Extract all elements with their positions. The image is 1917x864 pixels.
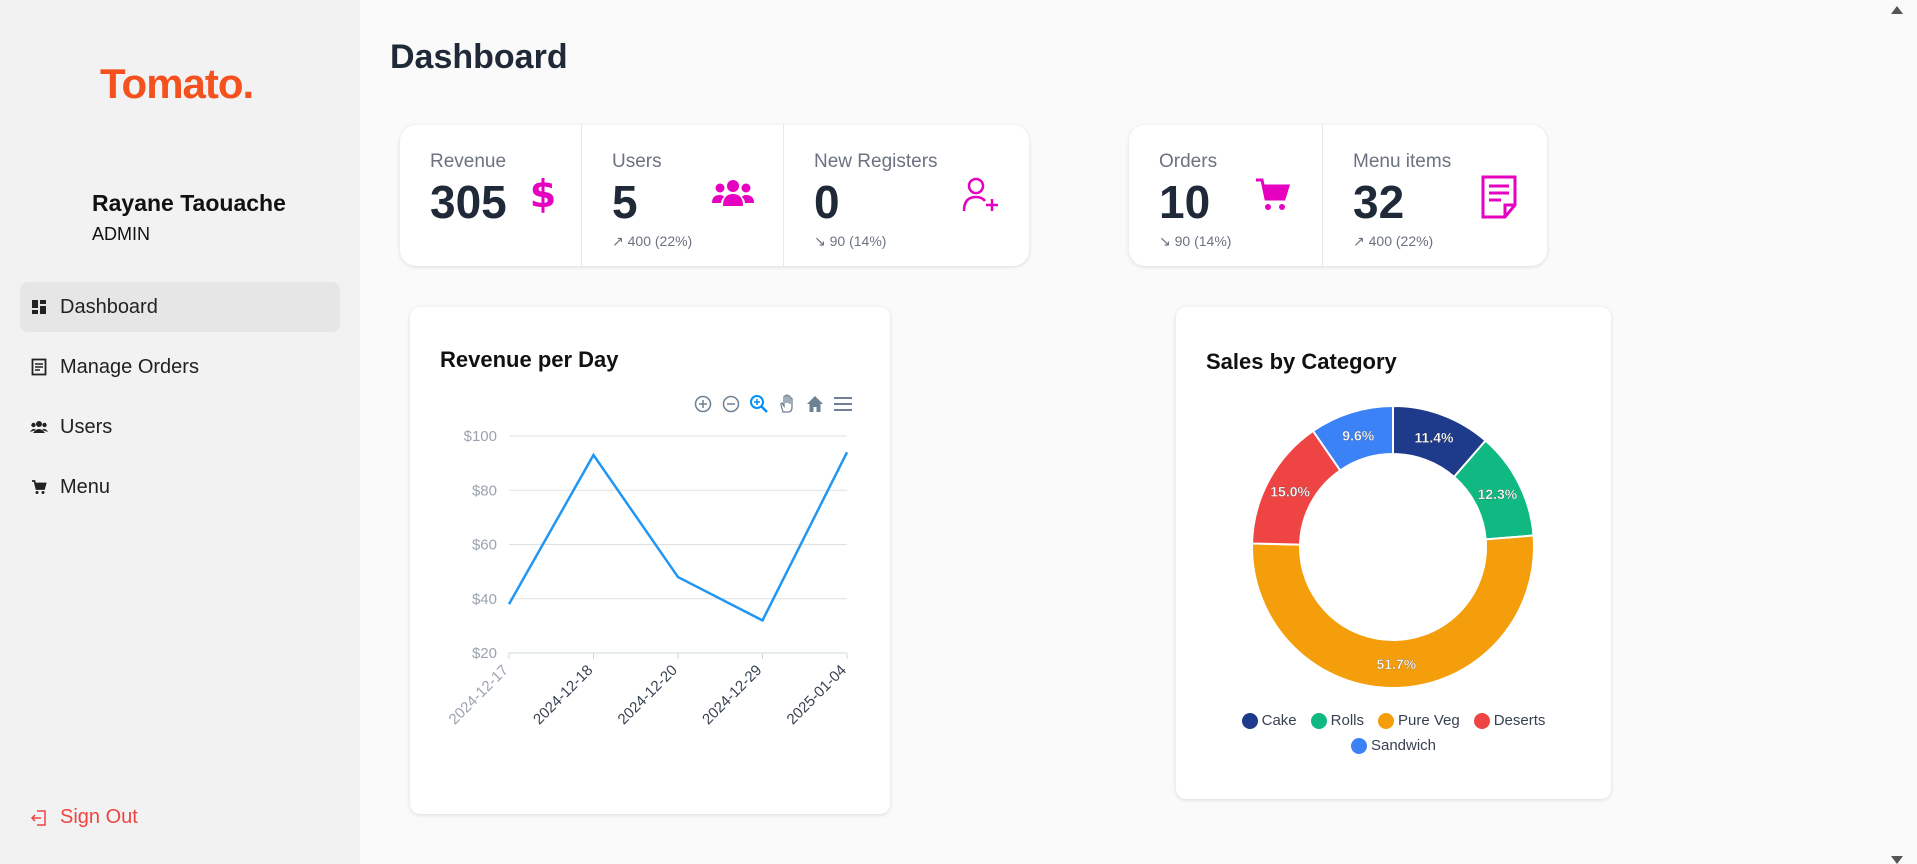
- stat-new-registers: New Registers 0 ↘ 90 (14%): [784, 125, 1029, 266]
- stat-users: Users 5 ↗ 400 (22%): [582, 125, 784, 266]
- legend-marker: [1377, 712, 1394, 729]
- dollar-icon: $: [530, 172, 556, 220]
- sign-out-icon: [30, 809, 48, 827]
- legend-marker: [1350, 737, 1367, 754]
- x-tick-label: 2024-12-17: [446, 662, 512, 728]
- sidebar-item-users[interactable]: Users: [20, 402, 340, 452]
- stat-orders: Orders 10 ↘ 90 (14%): [1129, 125, 1323, 266]
- y-tick-label: $40: [472, 591, 497, 608]
- slice-data-label: 11.4%: [1415, 429, 1454, 445]
- legend-item-pure-veg[interactable]: Pure Veg: [1377, 712, 1460, 729]
- chart-legend: Cake Rolls Pure Veg Deserts Sandwich: [1176, 712, 1611, 762]
- y-tick-label: $100: [464, 428, 497, 445]
- x-tick-label: 2024-12-29: [699, 662, 765, 728]
- cart-icon: [1255, 177, 1291, 218]
- stat-label: Menu items: [1353, 151, 1452, 172]
- slice-data-label: 15.0%: [1270, 483, 1310, 499]
- user-name: Rayane Taouache: [92, 190, 286, 216]
- slice-data-label: 12.3%: [1478, 486, 1518, 502]
- revenue-line-chart: $100 $80 $60 $40 $202024-12-17 2024-12-18 2024…: [446, 428, 850, 728]
- cart-icon: [30, 478, 48, 496]
- stat-label: Revenue: [430, 151, 507, 172]
- legend-label: Deserts: [1493, 712, 1546, 729]
- stat-revenue: Revenue 305 $: [400, 125, 582, 266]
- y-tick-label: $80: [472, 482, 497, 499]
- stat-label: Orders: [1159, 151, 1218, 172]
- legend-marker: [1473, 712, 1490, 729]
- stats-group-secondary: Orders 10 ↘ 90 (14%) Menu items 32 ↗ 400…: [1129, 125, 1547, 266]
- scroll-up-arrow[interactable]: [1891, 6, 1903, 14]
- sidebar-item-dashboard[interactable]: Dashboard: [20, 282, 340, 332]
- legend-marker: [1310, 712, 1327, 729]
- sign-out-label: Sign Out: [60, 806, 138, 828]
- stat-label: Users: [612, 151, 662, 172]
- y-tick-label: $20: [472, 645, 497, 662]
- legend-item-cake[interactable]: Cake: [1241, 712, 1297, 729]
- revenue-series-line[interactable]: [507, 451, 849, 623]
- sidebar: Tomato. Rayane Taouache ADMIN Dashboard …: [0, 0, 360, 864]
- legend-item-rolls[interactable]: Rolls: [1310, 712, 1364, 729]
- sidebar-item-label: Manage Orders: [60, 355, 199, 378]
- slice-data-label: 51.7%: [1376, 656, 1416, 672]
- sales-category-card: Sales by Category 11.4% 12.3% 51.7% 15.0% 9.…: [1176, 307, 1611, 799]
- sidebar-item-manage-orders[interactable]: Manage Orders: [20, 342, 340, 392]
- sign-out-button[interactable]: Sign Out: [30, 806, 138, 829]
- stats-group-primary: Revenue 305 $ Users 5 ↗ 400 (22%) New Re…: [400, 125, 1029, 266]
- slice-data-label: 9.6%: [1342, 427, 1374, 443]
- user-role: ADMIN: [92, 224, 150, 244]
- user-plus-icon: [962, 177, 1000, 218]
- revenue-chart-card: Revenue per Day $100 $80 $60 $40 $20 2024-12-…: [410, 307, 890, 814]
- stat-trend: ↗ 400 (22%): [1353, 233, 1434, 249]
- dashboard-icon: [30, 298, 48, 316]
- stat-trend: ↗ 400 (22%): [612, 233, 693, 249]
- chart-title: Revenue per Day: [440, 347, 619, 372]
- legend-marker: [1241, 712, 1258, 729]
- legend-label: Pure Veg: [1397, 712, 1460, 729]
- scroll-down-arrow[interactable]: [1891, 856, 1903, 864]
- svg-text:$: $: [530, 175, 556, 215]
- sidebar-nav: Dashboard Manage Orders Users Menu: [20, 282, 340, 522]
- menu-doc-icon: [1481, 175, 1517, 224]
- sidebar-item-label: Menu: [60, 475, 111, 498]
- stat-label: New Registers: [814, 151, 938, 172]
- legend-label: Rolls: [1330, 712, 1364, 729]
- stat-trend: ↘ 90 (14%): [1159, 233, 1232, 249]
- users-icon: [30, 418, 48, 436]
- orders-icon: [30, 358, 48, 376]
- sidebar-item-label: Dashboard: [60, 295, 158, 318]
- sales-donut-chart: 11.4% 12.3% 51.7% 15.0% 9.6%: [1251, 404, 1535, 689]
- logo[interactable]: Tomato.: [100, 60, 254, 108]
- x-tick-label: 2024-12-18: [530, 662, 596, 728]
- users-icon: [712, 179, 754, 212]
- x-tick-label: 2025-01-04: [784, 662, 850, 728]
- x-tick-label: 2024-12-20: [615, 662, 681, 728]
- legend-item-deserts[interactable]: Deserts: [1473, 712, 1546, 729]
- y-tick-label: $60: [472, 537, 497, 554]
- page-title: Dashboard: [390, 38, 568, 76]
- stat-menu-items: Menu items 32 ↗ 400 (22%): [1323, 125, 1547, 266]
- sidebar-item-label: Users: [60, 415, 113, 438]
- legend-item-sandwich[interactable]: Sandwich: [1350, 737, 1437, 754]
- chart-title: Sales by Category: [1206, 349, 1397, 374]
- legend-label: Sandwich: [1370, 737, 1437, 754]
- sidebar-item-menu[interactable]: Menu: [20, 462, 340, 512]
- stat-trend: ↘ 90 (14%): [814, 233, 887, 249]
- legend-label: Cake: [1261, 712, 1297, 729]
